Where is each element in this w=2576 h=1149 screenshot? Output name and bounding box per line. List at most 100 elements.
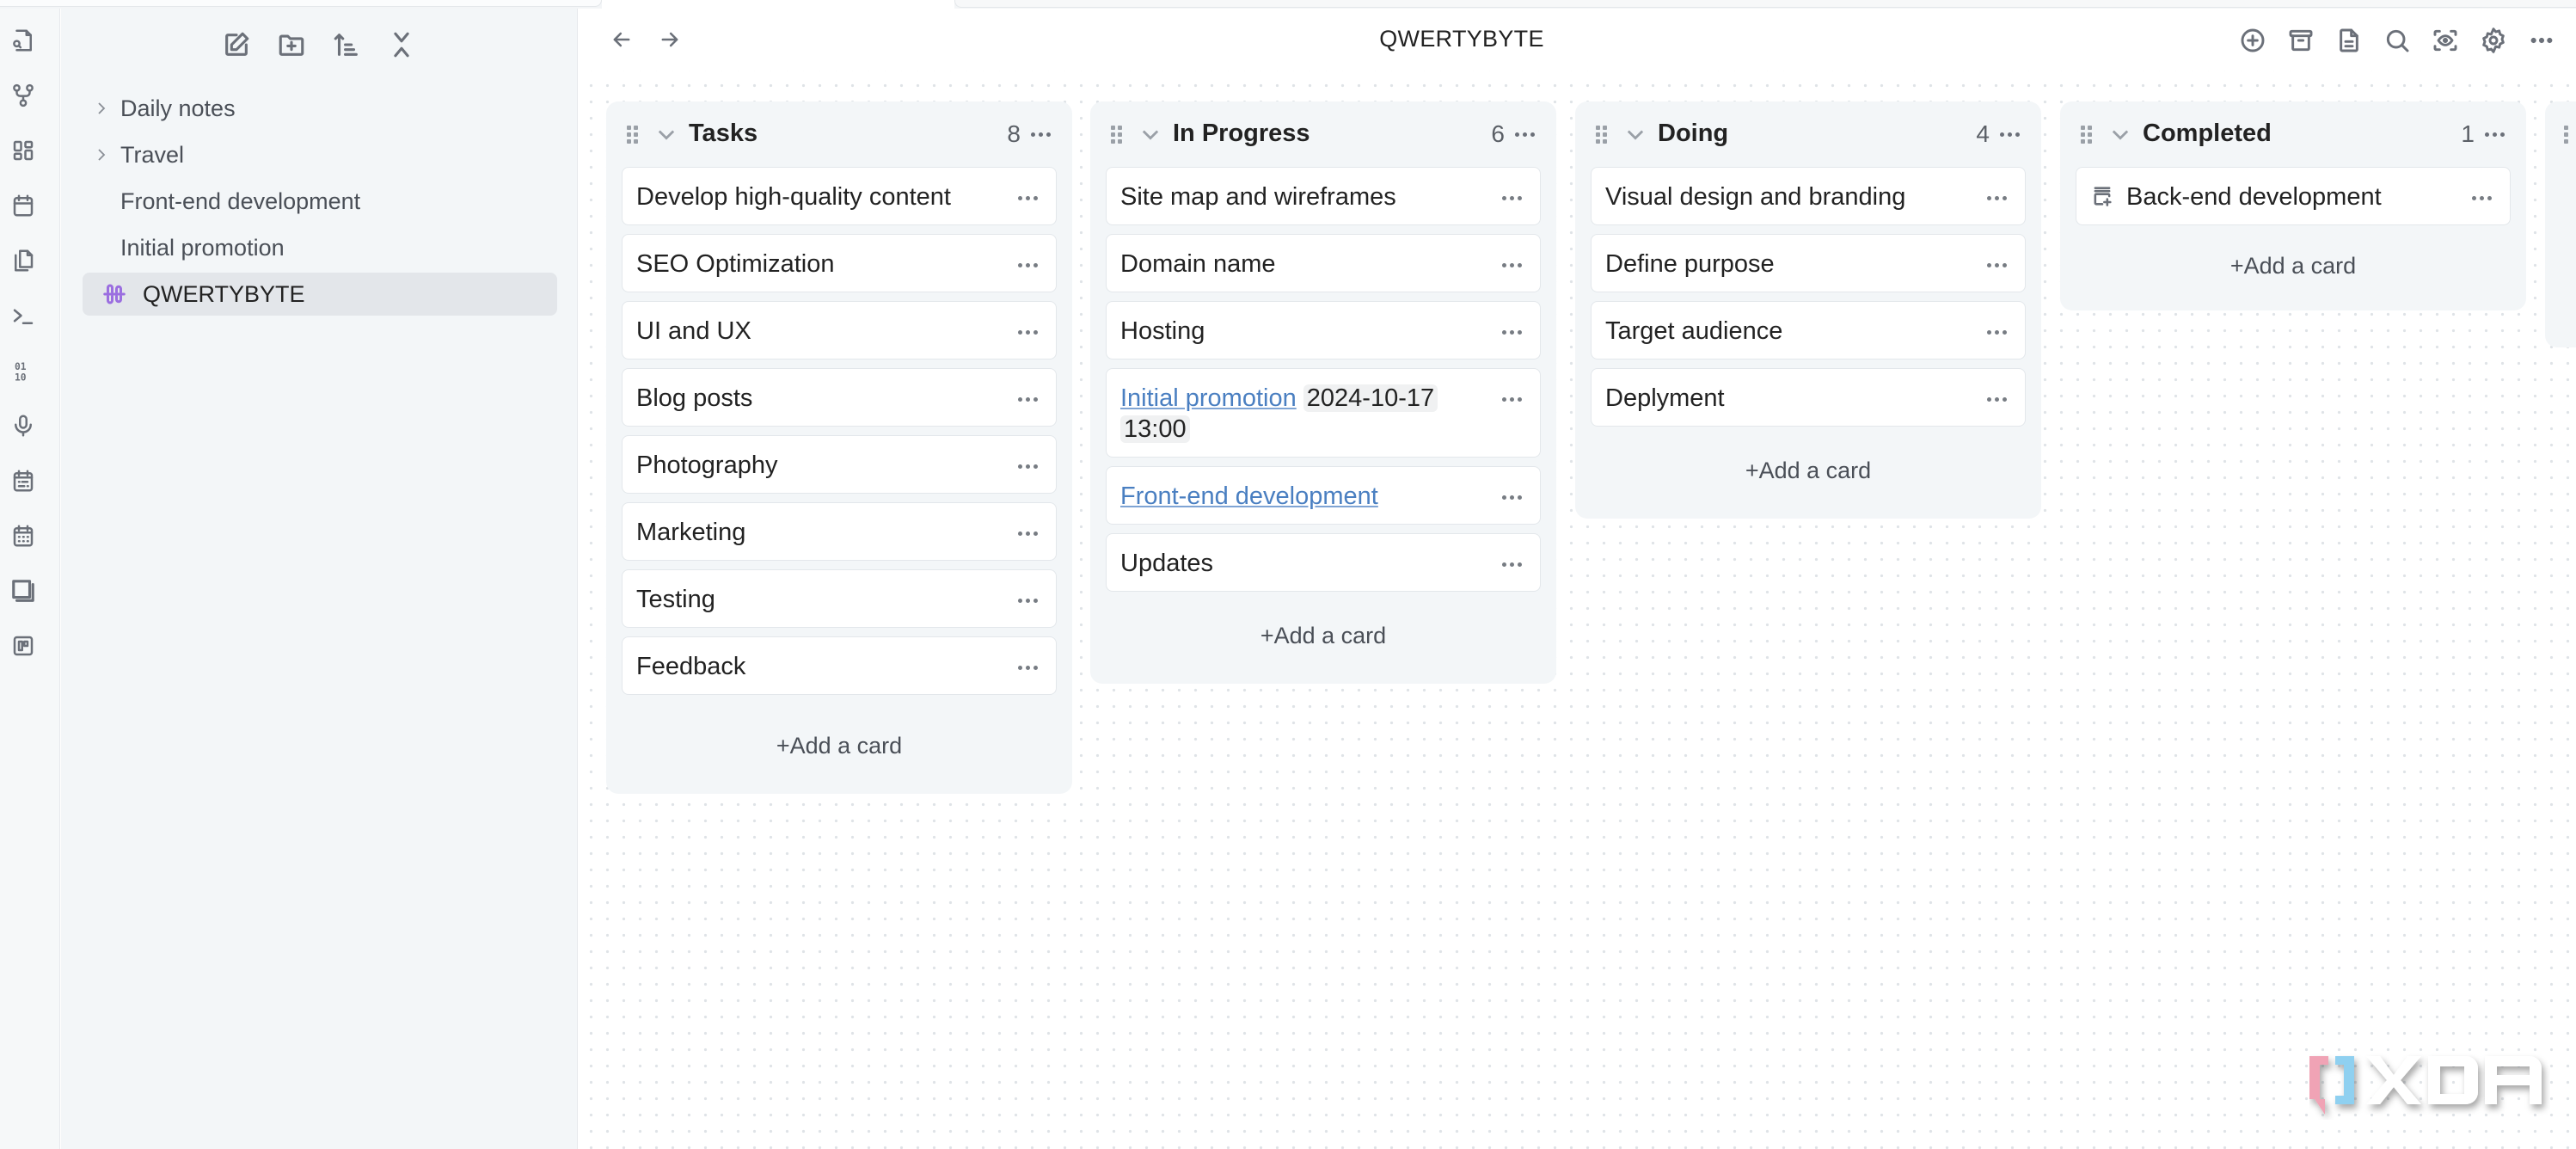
card[interactable]: Develop high-quality content xyxy=(622,167,1057,225)
collapse-lane-chevron-icon[interactable] xyxy=(1623,122,1647,146)
card-more-icon[interactable] xyxy=(1984,259,2009,271)
card[interactable]: Domain name xyxy=(1106,234,1541,292)
card[interactable]: UI and UX xyxy=(622,301,1057,359)
card[interactable]: Marketing xyxy=(622,502,1057,561)
collapse-lane-chevron-icon[interactable] xyxy=(654,122,678,146)
tree-file-front-end-development[interactable]: Front-end development xyxy=(83,180,557,223)
drag-handle-icon[interactable] xyxy=(2081,126,2093,144)
collapse-lane-chevron-icon[interactable] xyxy=(1138,122,1162,146)
card-more-icon[interactable] xyxy=(1015,460,1040,472)
search-file-icon[interactable] xyxy=(10,28,36,53)
dashboard-icon[interactable] xyxy=(10,138,36,163)
chevron-right-icon[interactable] xyxy=(83,147,120,163)
lane-more-icon[interactable] xyxy=(1996,124,2022,144)
drag-handle-icon[interactable] xyxy=(2564,126,2576,144)
graph-view-icon[interactable] xyxy=(10,83,36,108)
calendar-grid-icon[interactable] xyxy=(10,523,36,549)
drag-handle-icon[interactable] xyxy=(1596,126,1608,144)
card[interactable]: Photography xyxy=(622,435,1057,494)
card-more-icon[interactable] xyxy=(1015,192,1040,204)
add-card-button[interactable]: +Add a card xyxy=(1575,435,2041,519)
card[interactable]: SEO Optimization xyxy=(622,234,1057,292)
view-mode-button[interactable] xyxy=(2429,24,2462,57)
tree-folder-daily-notes[interactable]: Daily notes xyxy=(83,87,557,130)
card-more-icon[interactable] xyxy=(1984,192,2009,204)
card-more-icon[interactable] xyxy=(1015,326,1040,338)
lane-header: Doing 4 xyxy=(1575,101,2041,167)
copy-files-icon[interactable] xyxy=(10,248,36,273)
add-card-button[interactable]: +Add a card xyxy=(1090,600,1556,684)
card-more-icon[interactable] xyxy=(1499,558,1524,570)
card-more-icon[interactable] xyxy=(1499,326,1524,338)
lane-partial-offscreen xyxy=(2545,101,2576,347)
card[interactable]: Visual design and branding xyxy=(1591,167,2026,225)
card[interactable]: Define purpose xyxy=(1591,234,2026,292)
view-title[interactable]: QWERTYBYTE xyxy=(578,26,2346,52)
internal-link[interactable]: Initial promotion xyxy=(1120,384,1297,412)
calendar-list-icon[interactable] xyxy=(10,468,36,494)
lane-more-icon[interactable] xyxy=(2481,124,2507,144)
card[interactable]: Back-end development xyxy=(2076,167,2511,225)
collapse-lane-chevron-icon[interactable] xyxy=(2108,122,2132,146)
new-note-icon[interactable] xyxy=(221,29,252,60)
chevron-right-icon[interactable] xyxy=(83,101,120,116)
search-button[interactable] xyxy=(2381,24,2413,57)
tree-folder-travel[interactable]: Travel xyxy=(83,133,557,176)
collapse-all-icon[interactable] xyxy=(386,29,417,60)
lane-title[interactable]: In Progress xyxy=(1173,120,1310,148)
terminal-icon[interactable] xyxy=(10,303,36,329)
card[interactable]: Feedback xyxy=(622,636,1057,695)
card-more-icon[interactable] xyxy=(1984,326,2009,338)
kanban-icon[interactable] xyxy=(10,633,36,659)
lane-more-icon[interactable] xyxy=(1512,124,1537,144)
card[interactable]: Front-end development xyxy=(1106,466,1541,525)
card[interactable]: Target audience xyxy=(1591,301,2026,359)
slides-icon[interactable] xyxy=(10,578,36,604)
new-folder-icon[interactable] xyxy=(276,29,307,60)
binary-icon[interactable]: 01 10 xyxy=(10,358,36,384)
card[interactable]: Updates xyxy=(1106,533,1541,592)
tree-file-initial-promotion[interactable]: Initial promotion xyxy=(83,226,557,269)
card-more-icon[interactable] xyxy=(1499,491,1524,503)
lane-title[interactable]: Tasks xyxy=(689,120,757,148)
card-more-icon[interactable] xyxy=(1015,259,1040,271)
lane-title[interactable]: Doing xyxy=(1658,120,1728,148)
sort-icon[interactable] xyxy=(331,29,362,60)
tree-file-qwertybyte[interactable]: QWERTYBYTE xyxy=(83,273,557,316)
card-more-icon[interactable] xyxy=(1015,661,1040,673)
card-text: Feedback xyxy=(636,653,746,680)
add-card-button[interactable]: +Add a card xyxy=(2060,234,2526,310)
card-more-icon[interactable] xyxy=(1015,594,1040,606)
card-more-icon[interactable] xyxy=(2469,192,2494,204)
archive-button[interactable] xyxy=(2285,24,2317,57)
card-more-icon[interactable] xyxy=(1499,393,1524,405)
lane-more-icon[interactable] xyxy=(1027,124,1053,144)
card-more-icon[interactable] xyxy=(1984,393,2009,405)
microphone-icon[interactable] xyxy=(10,413,36,439)
drag-handle-icon[interactable] xyxy=(1111,126,1123,144)
more-options-button[interactable] xyxy=(2525,24,2558,57)
add-card-button[interactable]: +Add a card xyxy=(606,704,1072,794)
lane-header: In Progress 6 xyxy=(1090,101,1556,167)
internal-link[interactable]: Front-end development xyxy=(1120,482,1378,510)
xda-watermark xyxy=(2309,1051,2550,1120)
card[interactable]: Site map and wireframes xyxy=(1106,167,1541,225)
calendar-icon[interactable] xyxy=(10,193,36,218)
active-tab[interactable] xyxy=(602,0,954,9)
card-more-icon[interactable] xyxy=(1499,259,1524,271)
card[interactable]: Hosting xyxy=(1106,301,1541,359)
card-date[interactable]: 2024-10-17 xyxy=(1303,384,1438,412)
card-time[interactable]: 13:00 xyxy=(1120,415,1190,443)
card-more-icon[interactable] xyxy=(1499,192,1524,204)
card-more-icon[interactable] xyxy=(1015,393,1040,405)
lane-title[interactable]: Completed xyxy=(2143,120,2272,148)
card[interactable]: Deplyment xyxy=(1591,368,2026,427)
open-as-markdown-button[interactable] xyxy=(2333,24,2365,57)
board-settings-button[interactable] xyxy=(2477,24,2510,57)
card[interactable]: Initial promotion 2024-10-17 13:00 xyxy=(1106,368,1541,458)
add-lane-button[interactable] xyxy=(2236,24,2269,57)
card[interactable]: Blog posts xyxy=(622,368,1057,427)
card[interactable]: Testing xyxy=(622,569,1057,628)
drag-handle-icon[interactable] xyxy=(627,126,639,144)
card-more-icon[interactable] xyxy=(1015,527,1040,539)
